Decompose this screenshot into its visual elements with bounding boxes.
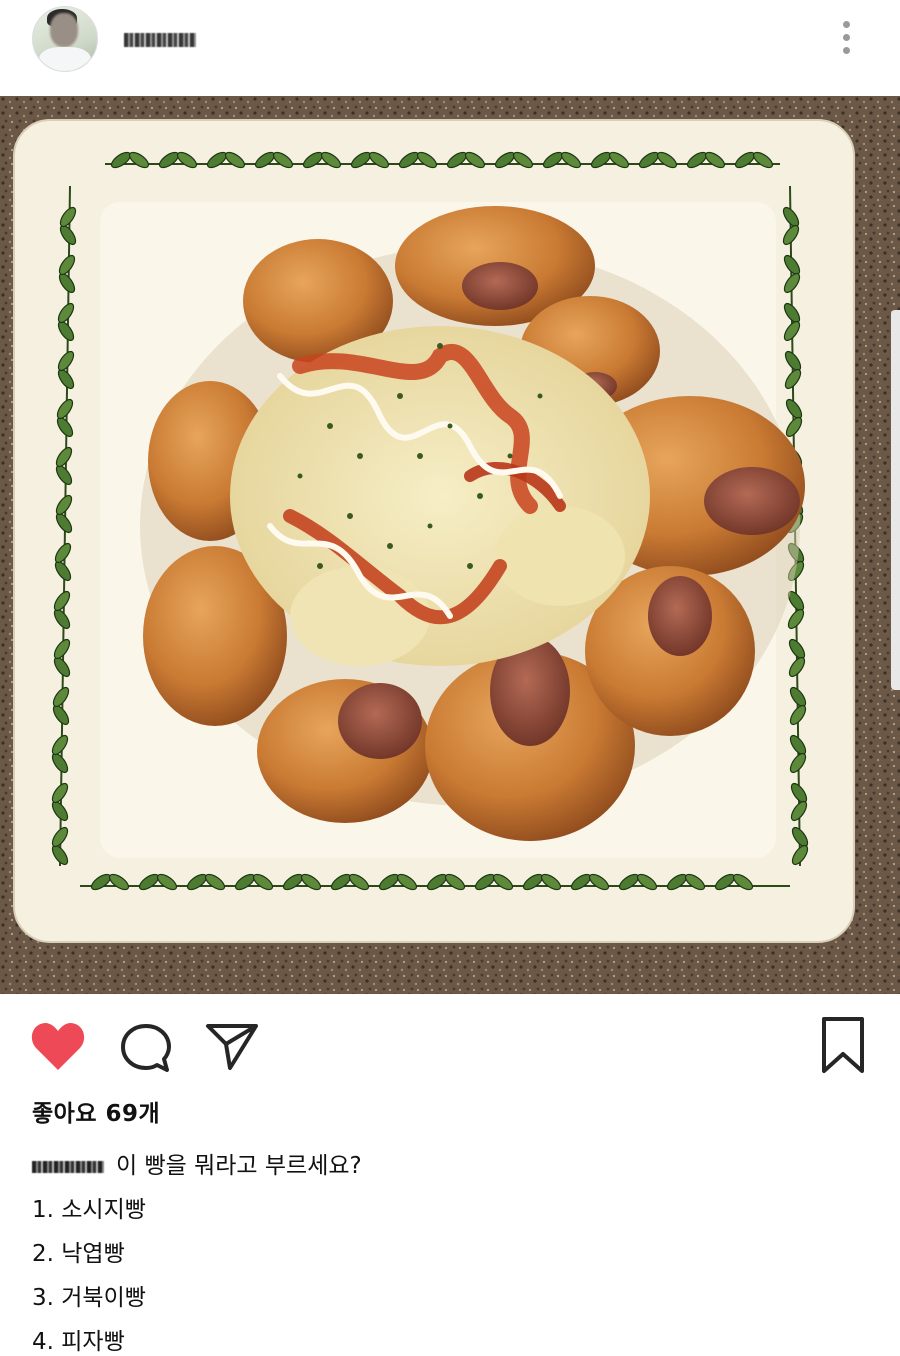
caption-option: 3. 거북이빵	[32, 1285, 146, 1311]
caption: 이 빵을 뭐라고 부르세요?	[32, 1146, 362, 1180]
caption-option: 2. 낙엽빵	[32, 1241, 125, 1267]
username-redacted[interactable]	[124, 33, 196, 47]
post-header	[0, 0, 900, 96]
bookmark-icon[interactable]	[818, 1016, 868, 1074]
caption-option: 1. 소시지빵	[32, 1197, 146, 1223]
likes-count[interactable]: 좋아요 69개	[32, 1094, 160, 1128]
scroll-edge	[891, 310, 900, 690]
avatar-body	[39, 47, 91, 71]
caption-option: 4. 피자빵	[32, 1329, 125, 1355]
comment-icon[interactable]	[118, 1020, 174, 1076]
action-row	[0, 1012, 900, 1082]
avatar-face	[50, 13, 78, 47]
caption-text: 이 빵을 뭐라고 부르세요?	[116, 1153, 362, 1179]
share-icon[interactable]	[204, 1020, 260, 1072]
heart-icon[interactable]	[30, 1020, 86, 1072]
avatar[interactable]	[32, 6, 98, 72]
more-vertical-icon[interactable]	[834, 18, 860, 58]
post-photo[interactable]	[0, 96, 900, 994]
caption-username-redacted[interactable]	[32, 1160, 104, 1173]
